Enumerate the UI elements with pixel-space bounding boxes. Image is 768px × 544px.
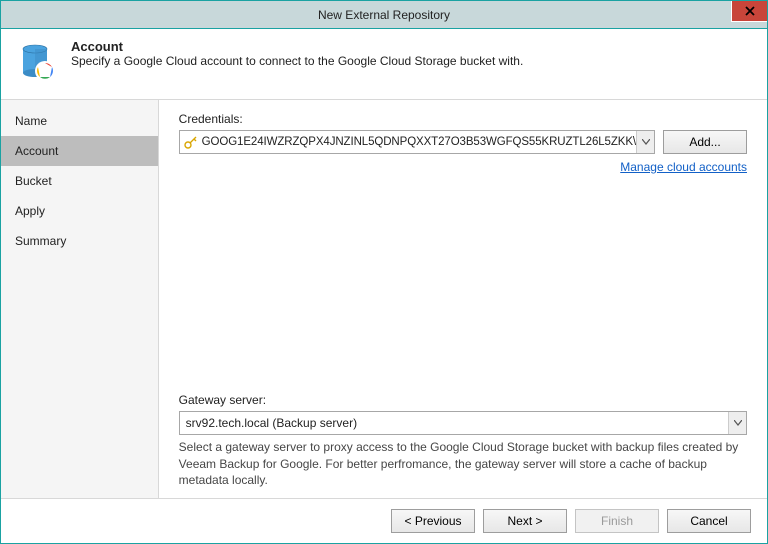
step-label: Name (15, 114, 47, 128)
manage-cloud-accounts-link[interactable]: Manage cloud accounts (620, 160, 747, 174)
credentials-combobox[interactable]: GOOG1E24IWZRZQPX4JNZINL5QDNPQXXT27O3B53W… (179, 130, 655, 154)
step-account[interactable]: Account (1, 136, 158, 166)
close-button[interactable] (731, 1, 767, 22)
wizard-header: Account Specify a Google Cloud account t… (1, 29, 767, 100)
chevron-down-icon (636, 131, 654, 153)
step-subtitle: Specify a Google Cloud account to connec… (71, 54, 523, 68)
step-apply[interactable]: Apply (1, 196, 158, 226)
add-credentials-button[interactable]: Add... (663, 130, 747, 154)
step-label: Bucket (15, 174, 52, 188)
wizard-body: Name Account Bucket Apply Summary Creden… (1, 100, 767, 498)
key-icon (184, 135, 198, 149)
credentials-row: GOOG1E24IWZRZQPX4JNZINL5QDNPQXXT27O3B53W… (179, 130, 747, 154)
credentials-label: Credentials: (179, 112, 747, 126)
gateway-value: srv92.tech.local (Backup server) (186, 416, 357, 430)
cancel-button[interactable]: Cancel (667, 509, 751, 533)
window-title: New External Repository (318, 8, 450, 22)
chevron-down-icon (728, 412, 746, 434)
wizard-buttons: < Previous Next > Finish Cancel (1, 498, 767, 543)
step-title: Account (71, 39, 523, 54)
content-spacer (179, 174, 747, 393)
repository-cloud-icon (15, 41, 59, 85)
gateway-block: Gateway server: srv92.tech.local (Backup… (179, 393, 747, 488)
step-name[interactable]: Name (1, 106, 158, 136)
header-text: Account Specify a Google Cloud account t… (71, 39, 523, 68)
previous-button[interactable]: < Previous (391, 509, 475, 533)
gateway-label: Gateway server: (179, 393, 747, 407)
gateway-help-text: Select a gateway server to proxy access … (179, 439, 747, 488)
wizard-steps: Name Account Bucket Apply Summary (1, 100, 159, 498)
next-button[interactable]: Next > (483, 509, 567, 533)
finish-button[interactable]: Finish (575, 509, 659, 533)
step-bucket[interactable]: Bucket (1, 166, 158, 196)
close-icon (745, 6, 755, 16)
titlebar: New External Repository (1, 1, 767, 29)
step-content: Credentials: GOOG1E24IWZRZQPX4JNZINL5QDN… (159, 100, 767, 498)
step-label: Account (15, 144, 58, 158)
step-summary[interactable]: Summary (1, 226, 158, 256)
step-label: Apply (15, 204, 45, 218)
wizard-window: New External Repository Ac (0, 0, 768, 544)
step-label: Summary (15, 234, 66, 248)
credentials-value: GOOG1E24IWZRZQPX4JNZINL5QDNPQXXT27O3B53W… (202, 136, 636, 148)
gateway-combobox[interactable]: srv92.tech.local (Backup server) (179, 411, 747, 435)
